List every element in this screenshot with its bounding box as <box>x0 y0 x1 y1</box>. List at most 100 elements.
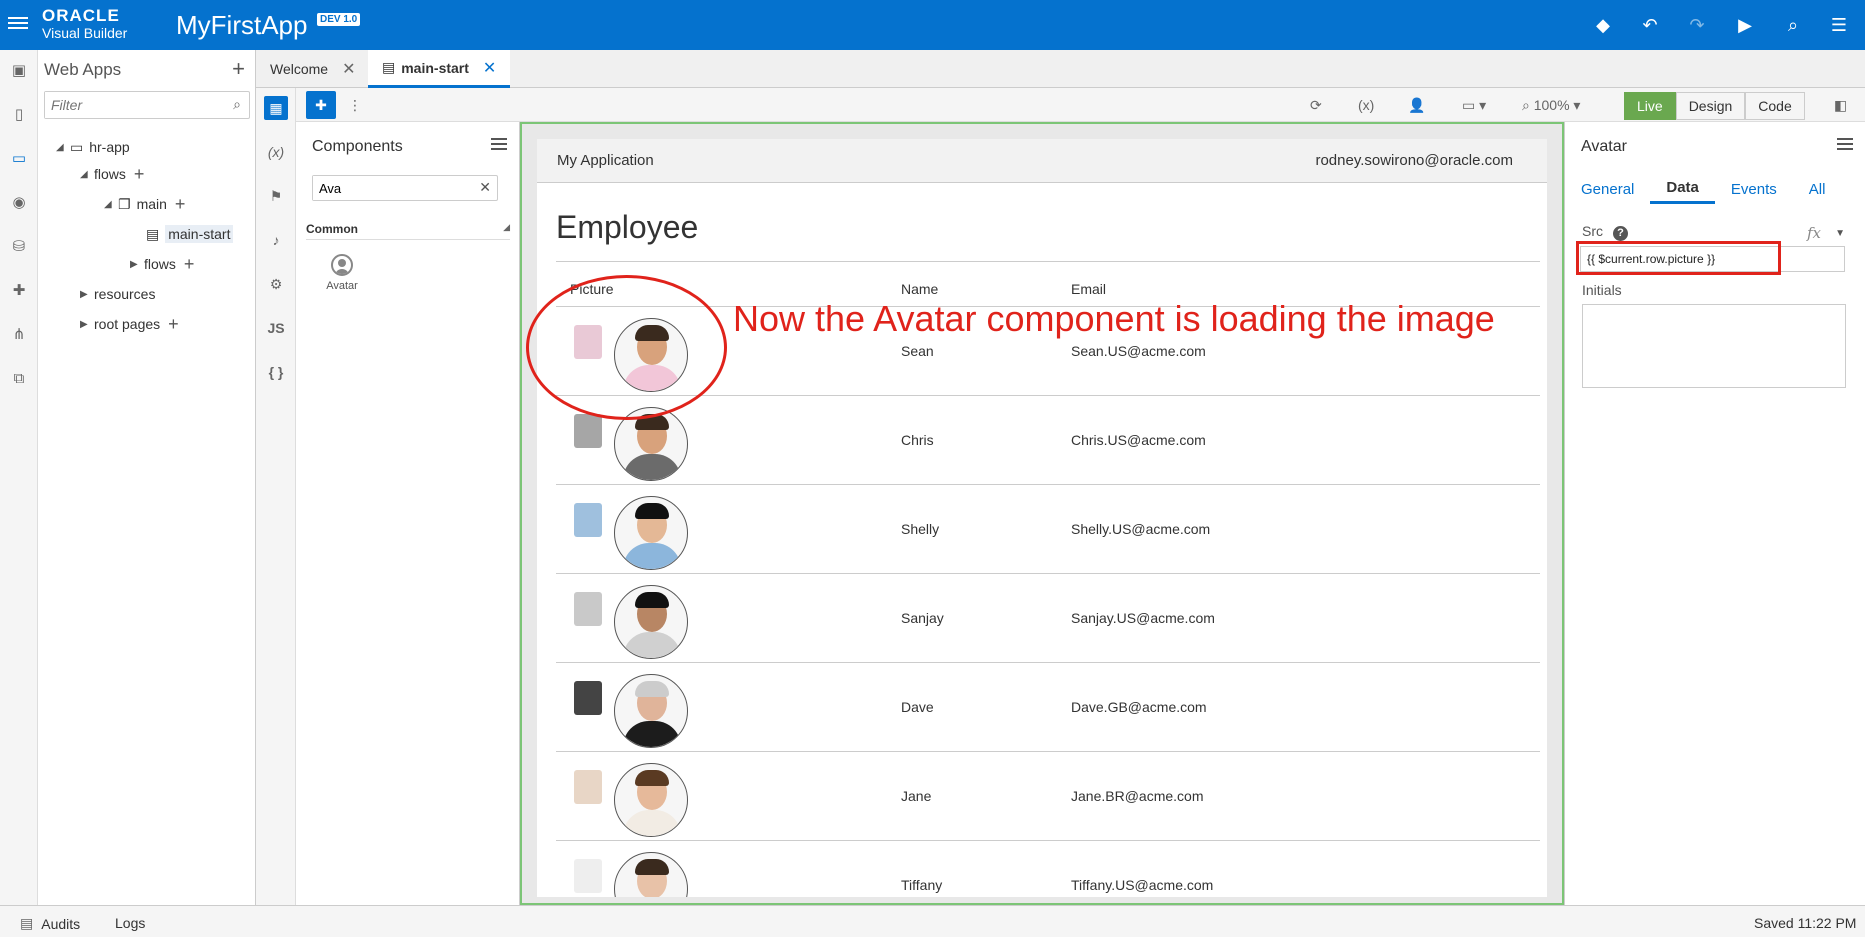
tree-item-flows[interactable]: ◢ flows + <box>80 163 144 185</box>
avatar-image[interactable] <box>613 584 688 659</box>
add-page-icon[interactable]: + <box>175 194 186 215</box>
database-icon[interactable]: ⛁ <box>7 234 31 258</box>
add-app-button[interactable]: + <box>232 56 245 82</box>
annotation-text: Now the Avatar component is loading the … <box>733 298 1495 339</box>
services-icon[interactable]: ◉ <box>7 190 31 214</box>
processes-icon[interactable]: ⋔ <box>7 322 31 346</box>
avatar-component[interactable]: Avatar <box>322 254 362 292</box>
zoom-control[interactable]: ⌕ 100% ▾ <box>1522 94 1580 116</box>
tab-all[interactable]: All <box>1793 174 1842 204</box>
structure-icon[interactable]: ⋮ <box>348 94 362 116</box>
app-page-preview: My Application rodney.sowirono@oracle.co… <box>537 139 1547 897</box>
tab-welcome[interactable]: Welcome ✕ <box>256 50 370 88</box>
components-search-input[interactable] <box>313 176 463 200</box>
expand-icon[interactable]: ◢ <box>80 169 94 180</box>
redo-icon[interactable]: ↷ <box>1684 12 1710 38</box>
mobile-apps-icon[interactable]: ▯ <box>7 102 31 126</box>
components-title: Components <box>312 138 403 155</box>
js-icon[interactable]: JS <box>264 316 288 340</box>
tree-item-root-pages[interactable]: ▶ root pages + <box>80 313 179 335</box>
page-designer-icon[interactable]: ▦ <box>264 96 288 120</box>
components-icon[interactable]: ✚ <box>7 278 31 302</box>
run-icon[interactable]: ▶ <box>1732 12 1758 38</box>
add-flow-icon[interactable]: + <box>134 164 145 185</box>
src-label-row: Src? <box>1582 223 1628 241</box>
json-icon[interactable]: { } <box>264 360 288 384</box>
clear-icon[interactable]: ✕ <box>479 179 491 196</box>
avatar-image[interactable] <box>613 851 688 897</box>
code-mode-button[interactable]: Code <box>1745 92 1805 120</box>
audits-button[interactable]: ▤ Audits <box>20 915 80 932</box>
search-icon[interactable]: ⌕ <box>233 96 241 113</box>
menu-list-icon[interactable]: ☰ <box>1826 12 1852 38</box>
avatar-image[interactable] <box>613 762 688 837</box>
close-icon[interactable]: ✕ <box>483 58 496 78</box>
expand-icon[interactable]: ◢ <box>56 142 70 153</box>
refresh-icon[interactable]: ⟳ <box>1310 94 1322 116</box>
initials-field[interactable] <box>1582 304 1846 388</box>
table-row[interactable]: Shelly Shelly.US@acme.com <box>556 484 1540 574</box>
table-row[interactable]: Tiffany Tiffany.US@acme.com <box>556 840 1540 897</box>
source-icon[interactable]: ⧉ <box>7 366 31 390</box>
tree-item-resources[interactable]: ▶ resources <box>80 283 155 305</box>
tree-item-main-start[interactable]: ▤ main-start <box>146 223 234 245</box>
tab-main-start[interactable]: ▤ main-start ✕ <box>368 50 511 88</box>
help-icon[interactable]: ? <box>1613 226 1628 241</box>
tree-item-hr-app[interactable]: ◢ ▭ hr-app <box>56 136 130 158</box>
properties-menu-icon[interactable] <box>1837 138 1853 153</box>
picture-cell <box>556 573 901 663</box>
components-menu-icon[interactable] <box>491 138 507 153</box>
audits-icon: ▤ <box>20 915 34 931</box>
collapse-icon[interactable]: ▶ <box>80 319 94 330</box>
variables-icon[interactable]: (x) <box>1358 94 1374 116</box>
app-title: My Application <box>557 152 654 169</box>
collapse-icon[interactable]: ▶ <box>130 259 144 270</box>
settings-icon[interactable]: ⚙ <box>264 272 288 296</box>
collapse-icon[interactable]: ◢ <box>503 222 510 233</box>
avatar-image[interactable] <box>613 673 688 748</box>
web-apps-icon[interactable]: ▣ <box>7 58 31 82</box>
expression-icon[interactable]: fx <box>1807 224 1821 242</box>
live-mode-button[interactable]: Live <box>1624 92 1676 120</box>
name-cell: Tiffany <box>901 840 1071 897</box>
git-icon[interactable]: ◆ <box>1590 12 1616 38</box>
bell-icon[interactable]: ♪ <box>264 228 288 252</box>
section-common[interactable]: Common ◢ <box>306 222 510 240</box>
device-size-icon[interactable]: ▭ ▾ <box>1462 94 1486 116</box>
filter-input[interactable] <box>45 92 215 118</box>
tab-label: Welcome <box>270 61 329 77</box>
email-cell: Tiffany.US@acme.com <box>1071 840 1540 897</box>
add-root-page-icon[interactable]: + <box>168 314 179 335</box>
search-icon[interactable]: ⌕ <box>1780 12 1806 38</box>
tab-data[interactable]: Data <box>1650 174 1715 204</box>
tab-events[interactable]: Events <box>1715 174 1793 204</box>
table-row[interactable]: Chris Chris.US@acme.com <box>556 395 1540 485</box>
hamburger-menu-icon[interactable] <box>8 14 28 34</box>
chevron-down-icon: ▾ <box>1569 96 1581 113</box>
expand-icon[interactable]: ◢ <box>104 199 118 210</box>
picture-cell <box>556 662 901 752</box>
status-bar: ▤ Audits Logs Saved 11:22 PM <box>0 905 1865 937</box>
tree-item-main[interactable]: ◢ ❐ main + <box>104 193 185 215</box>
collapse-icon[interactable]: ▶ <box>80 289 94 300</box>
components-palette-icon[interactable]: ✚ <box>306 91 336 119</box>
logs-button[interactable]: Logs <box>115 915 145 931</box>
design-mode-button[interactable]: Design <box>1675 92 1746 120</box>
desktop-icon[interactable]: ▭ <box>7 146 31 170</box>
users-icon[interactable]: 👤 <box>1408 94 1425 116</box>
flag-icon[interactable]: ⚑ <box>264 184 288 208</box>
chevron-down-icon[interactable]: ▼ <box>1835 228 1845 239</box>
undo-icon[interactable]: ↶ <box>1637 12 1663 38</box>
table-row[interactable]: Jane Jane.BR@acme.com <box>556 751 1540 841</box>
tab-general[interactable]: General <box>1565 174 1650 204</box>
avatar-image[interactable] <box>613 495 688 570</box>
add-flow-icon[interactable]: + <box>184 254 195 275</box>
table-row[interactable]: Sanjay Sanjay.US@acme.com <box>556 573 1540 663</box>
close-icon[interactable]: ✕ <box>342 59 355 79</box>
tree-item-subflows[interactable]: ▶ flows + <box>130 253 194 275</box>
variables-icon[interactable]: (x) <box>264 140 288 164</box>
table-row[interactable]: Dave Dave.GB@acme.com <box>556 662 1540 752</box>
user-email[interactable]: rodney.sowirono@oracle.com <box>1315 152 1513 169</box>
page-heading: Employee <box>556 209 699 245</box>
toggle-properties-icon[interactable]: ◧ <box>1834 94 1847 116</box>
